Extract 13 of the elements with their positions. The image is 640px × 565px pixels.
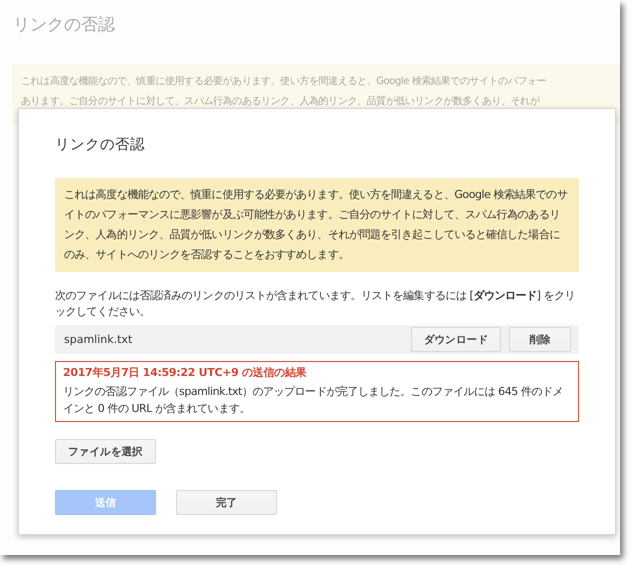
file-action-button[interactable]: ダウンロード — [410, 327, 501, 352]
file-name: spamlink.txt — [64, 333, 132, 346]
warning-text: あります。ご自分のサイトに対して、スパム行為のあるリンク、人為的リンク、品質が低いリンクが数多くあり、それが — [21, 94, 541, 109]
choose-file-button[interactable]: ファイルを選択 — [55, 439, 156, 464]
file-action-button[interactable]: 削除 — [509, 327, 571, 352]
warning-message: これは高度な機能なので、慎重に使用する必要があります。使い方を間違えると、Google 検索結果でのサイトのパフォーマンスに悪影響が及ぶ可能性があります。ご自分のサイトに対して、スパム行為のあるリンク、人為的リンク、品質が低いリンクが数多くあり、それが問題を引き起こしていると確信した場合にのみ、サイトへのリンクを否認することをおすすめします。 — [55, 178, 579, 272]
instructions-text: 次のファイルには否認済みのリンクのリストが含まれています。リストを編集するには [ダウンロード] をクリックしてください。 — [55, 288, 576, 320]
warning-text: これは高度な機能なので、慎重に使用する必要があります。使い方を間違えると、Google 検索結果でのサイトのパフォー — [21, 74, 548, 89]
page-title: リンクの否認 — [13, 14, 115, 36]
result-heading: 2017年5月7日 14:59:22 UTC+9 の送信の結果 — [63, 365, 308, 381]
done-button[interactable]: 完了 — [176, 490, 277, 515]
result-message: リンクの否認ファイル（spamlink.txt）のアップロードが完了しました。このファイルには 645 件のドメインと 0 件の URL が含まれています。 — [63, 384, 564, 417]
dialog-title: リンクの否認 — [55, 136, 146, 154]
